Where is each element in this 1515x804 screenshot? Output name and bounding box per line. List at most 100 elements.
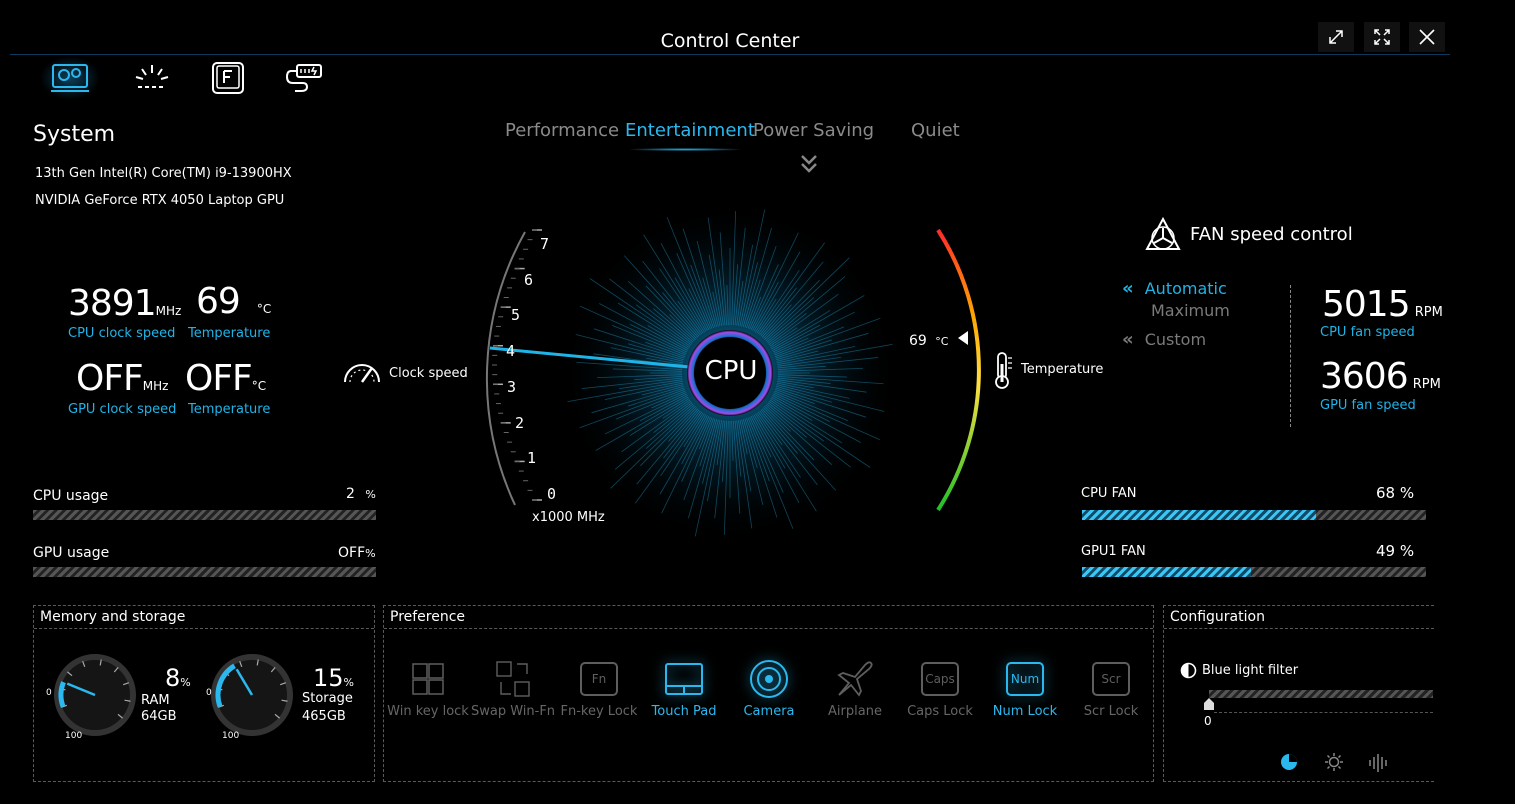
cpu-temp-value: 69 bbox=[196, 281, 241, 322]
gpu-temp-label: Temperature bbox=[188, 402, 271, 417]
restore-button[interactable] bbox=[1318, 22, 1354, 52]
gpu-name: NVIDIA GeForce RTX 4050 Laptop GPU bbox=[35, 193, 285, 208]
cpu-fan-label: CPU FAN bbox=[1081, 486, 1137, 501]
clock-tick-label: 0 bbox=[547, 485, 557, 503]
cpu-fan-rpm-value: 5015 bbox=[1322, 284, 1411, 325]
gpu-usage-unit: % bbox=[365, 547, 376, 560]
cpu-fan-rpm-readout: 5015 RPM bbox=[1322, 284, 1443, 325]
blue-light-slider-scale bbox=[1214, 712, 1433, 714]
fn-icon: Fn bbox=[578, 660, 620, 698]
gauge-scale-unit: x1000 MHz bbox=[532, 510, 605, 525]
configuration-panel-heading: Configuration bbox=[1164, 606, 1434, 629]
fan-heading: FAN speed control bbox=[1190, 224, 1353, 245]
contrast-icon[interactable] bbox=[1280, 753, 1298, 775]
gauge-temp-readout: 69 °C bbox=[909, 333, 948, 349]
fan-mode-custom-label: Custom bbox=[1144, 330, 1207, 349]
storage-scale-max: 100 bbox=[222, 731, 240, 741]
preference-touchpad[interactable]: Touch Pad bbox=[641, 660, 727, 719]
fullscreen-button[interactable] bbox=[1364, 22, 1400, 52]
tab-quiet[interactable]: Quiet bbox=[911, 120, 960, 141]
fan-mode-maximum[interactable]: Maximum bbox=[1151, 301, 1230, 320]
gpu-temp-value: OFF bbox=[185, 358, 253, 399]
storage-percent-value: 15 bbox=[313, 664, 344, 692]
gpu-fan-rpm-value: 3606 bbox=[1320, 356, 1409, 397]
ram-percent: 8% bbox=[165, 664, 191, 692]
clock-tick-label: 4 bbox=[506, 342, 516, 361]
airplane-icon bbox=[834, 660, 876, 698]
fan-mode-custom[interactable]: « Custom bbox=[1122, 329, 1206, 350]
gpu-clock-readout: OFFMHz bbox=[76, 358, 168, 399]
double-chevron-left-icon: « bbox=[1122, 329, 1134, 350]
battery-plug-icon bbox=[285, 64, 322, 92]
nav-system[interactable] bbox=[40, 56, 100, 100]
brightness-icon[interactable] bbox=[1324, 752, 1344, 776]
swap-icon bbox=[492, 660, 534, 698]
tab-power-saving[interactable]: Power Saving bbox=[753, 120, 874, 141]
cpu-fan-rpm-unit: RPM bbox=[1414, 305, 1443, 320]
system-heading: System bbox=[33, 122, 116, 147]
fan-icon bbox=[1144, 216, 1182, 258]
fn-key-icon bbox=[212, 62, 244, 94]
fan-mode-automatic-label: Automatic bbox=[1144, 279, 1227, 298]
preference-windows[interactable]: Win key lock bbox=[385, 660, 471, 719]
cpu-usage-label: CPU usage bbox=[33, 488, 109, 504]
ram-scale-min: 0 bbox=[46, 688, 52, 698]
cpu-clock-value: 3891 bbox=[68, 283, 157, 324]
ram-scale-max: 100 bbox=[65, 731, 83, 741]
preference-airplane[interactable]: Airplane bbox=[812, 660, 898, 719]
gpu-temp-unit: °C bbox=[251, 379, 267, 393]
sound-wave-icon[interactable] bbox=[1367, 753, 1389, 777]
ram-gauge bbox=[54, 654, 136, 736]
storage-percent-unit: % bbox=[343, 676, 354, 689]
tab-entertainment[interactable]: Entertainment bbox=[625, 120, 755, 141]
cpu-usage-readout: 2 % bbox=[346, 486, 376, 502]
blue-light-slider-track[interactable] bbox=[1209, 690, 1433, 698]
window-title: Control Center bbox=[660, 30, 800, 52]
cpu-name: 13th Gen Intel(R) Core(TM) i9-13900HX bbox=[35, 166, 292, 181]
preference-fn[interactable]: Fn Fn-key Lock bbox=[556, 660, 642, 719]
scr-icon: Scr bbox=[1090, 660, 1132, 698]
gpu-usage-value: OFF bbox=[338, 545, 366, 561]
preference-camera[interactable]: Camera bbox=[726, 660, 812, 719]
lighting-icon bbox=[135, 65, 169, 88]
clock-scale-arc bbox=[485, 231, 526, 506]
gauge-temp-unit: °C bbox=[935, 335, 949, 348]
cpu-usage-value: 2 bbox=[346, 486, 355, 502]
ram-label: RAM bbox=[141, 693, 170, 708]
gpu-clock-label: GPU clock speed bbox=[68, 402, 177, 417]
gpu-fan-rpm-unit: RPM bbox=[1412, 377, 1441, 392]
restore-icon bbox=[1329, 30, 1343, 44]
gpu-usage-readout: OFF% bbox=[338, 545, 376, 561]
caps-icon: Caps bbox=[919, 660, 961, 698]
preference-label: Caps Lock bbox=[907, 704, 973, 719]
gpu-fan-label: GPU1 FAN bbox=[1081, 544, 1146, 559]
expand-chevron-icon[interactable] bbox=[798, 152, 820, 180]
gpu-temp-readout: OFF°C bbox=[185, 358, 266, 399]
nav-battery[interactable] bbox=[274, 56, 334, 100]
preference-scr[interactable]: Scr Scr Lock bbox=[1068, 660, 1154, 719]
preference-label: Fn-key Lock bbox=[560, 704, 638, 719]
tab-performance[interactable]: Performance bbox=[505, 120, 619, 141]
nav-fn-key[interactable] bbox=[198, 56, 258, 100]
temperature-arc bbox=[936, 228, 981, 512]
fullscreen-icon bbox=[1374, 29, 1390, 45]
cpu-temp-readout: 69 °C bbox=[196, 281, 271, 322]
preference-label: Win key lock bbox=[387, 704, 469, 719]
cpu-usage-bar bbox=[33, 510, 376, 520]
preference-num[interactable]: Num Num Lock bbox=[982, 660, 1068, 719]
clock-speed-label: Clock speed bbox=[389, 366, 468, 381]
windows-icon bbox=[407, 660, 449, 698]
storage-percent: 15% bbox=[313, 664, 354, 692]
preference-swap[interactable]: Swap Win-Fn bbox=[470, 660, 556, 719]
nav-lighting[interactable] bbox=[122, 56, 182, 100]
storage-gauge bbox=[211, 654, 293, 736]
gpu-fan-bar-fill bbox=[1082, 567, 1251, 577]
fan-mode-automatic[interactable]: « Automatic bbox=[1122, 278, 1227, 299]
thermometer-icon bbox=[992, 350, 1014, 394]
gpu-clock-unit: MHz bbox=[142, 379, 169, 393]
clock-tick-label: 7 bbox=[540, 235, 550, 253]
preference-label: Airplane bbox=[828, 704, 882, 719]
close-button[interactable] bbox=[1409, 22, 1445, 52]
preference-caps[interactable]: Caps Caps Lock bbox=[897, 660, 983, 719]
close-icon bbox=[1419, 29, 1435, 45]
